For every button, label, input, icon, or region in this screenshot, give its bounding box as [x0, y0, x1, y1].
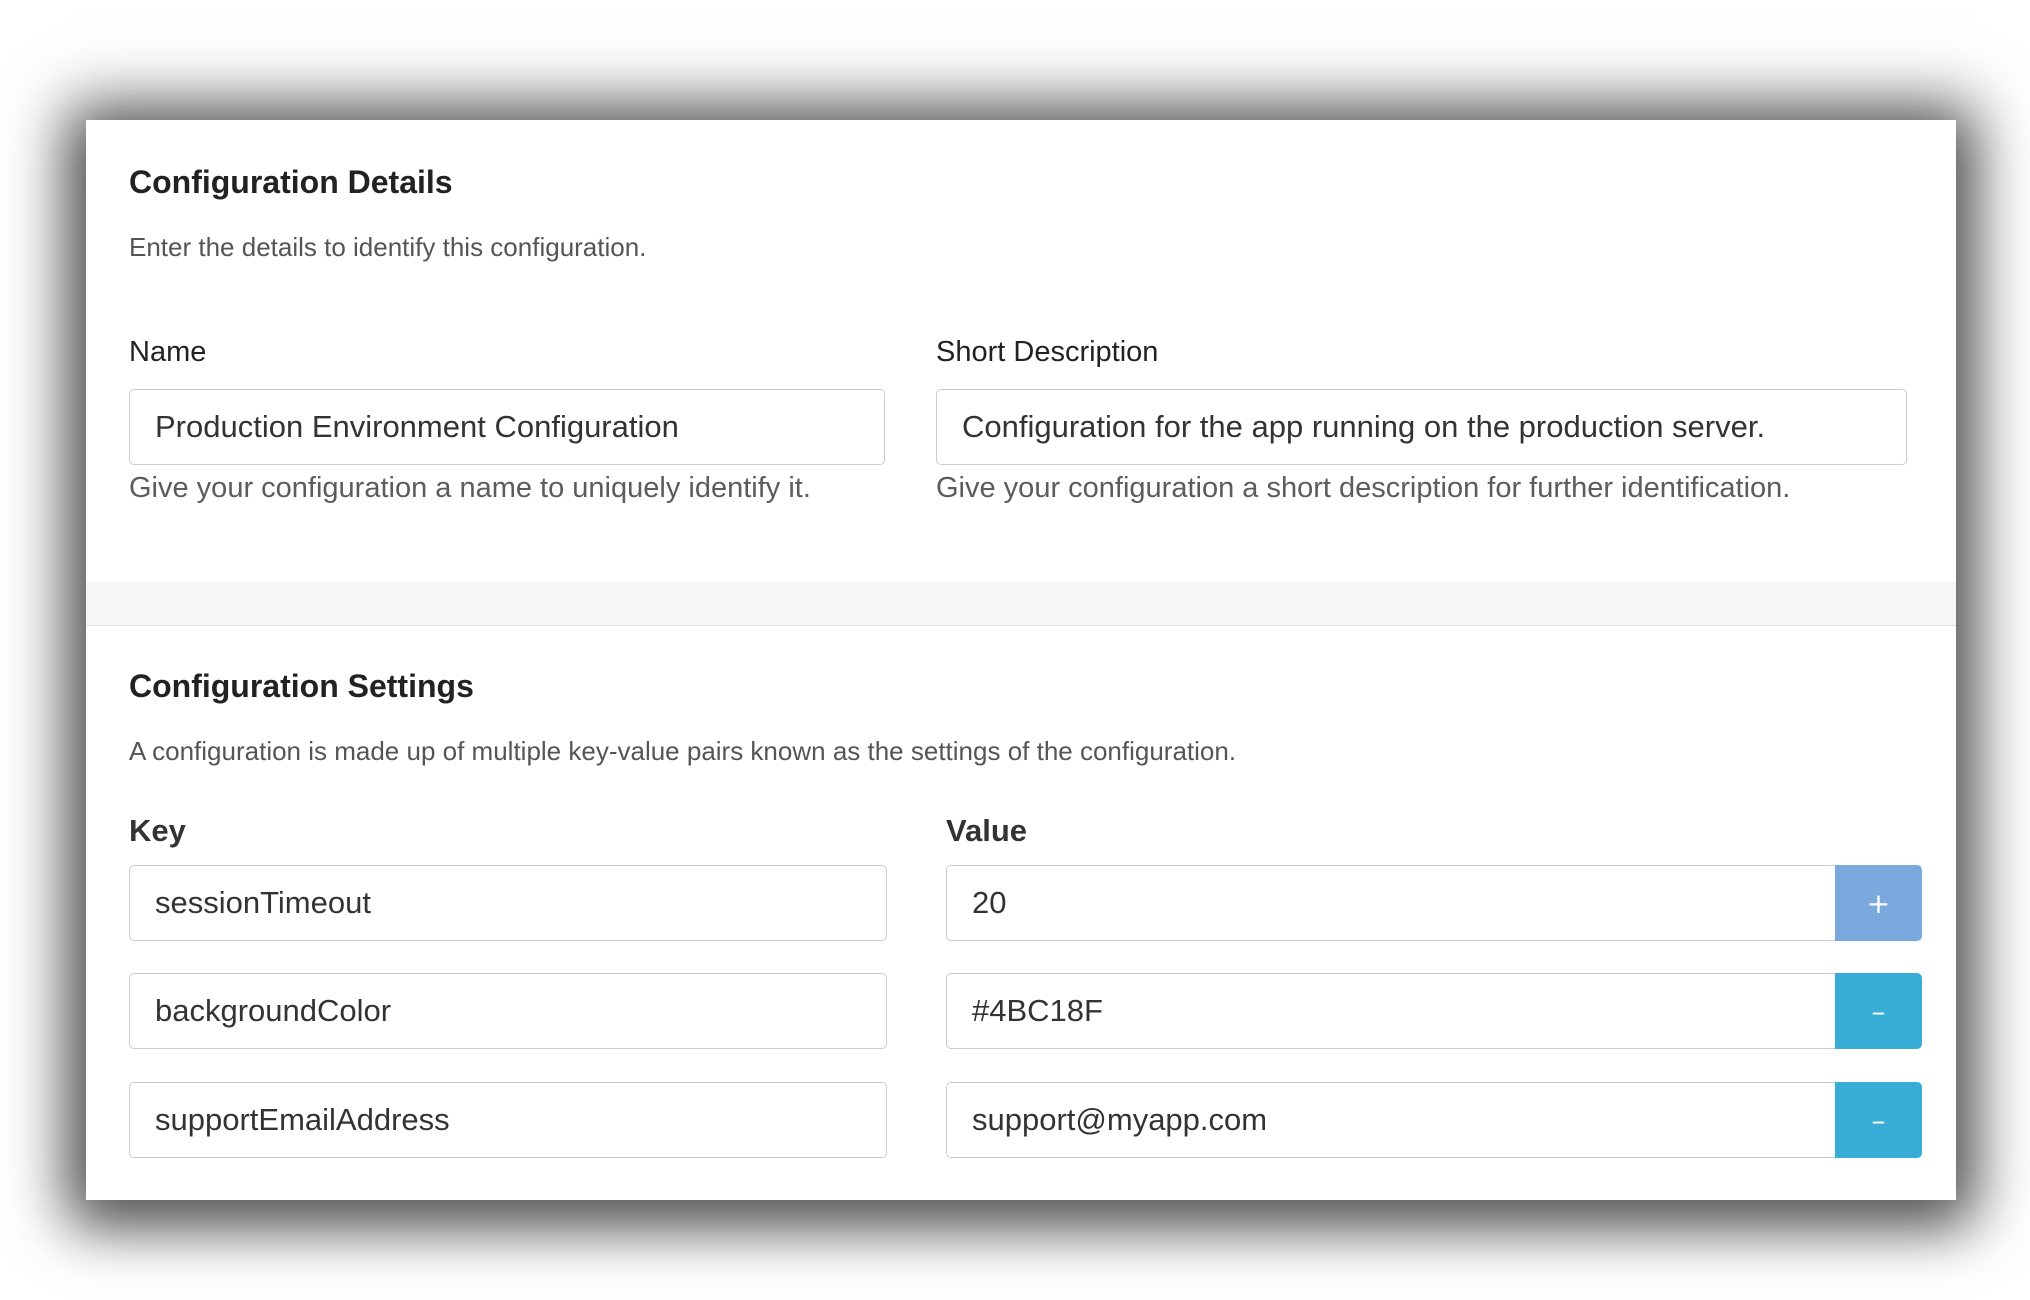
setting-value-group: – [946, 1082, 1922, 1158]
plus-icon: + [1866, 886, 1891, 920]
remove-setting-button[interactable]: – [1835, 973, 1922, 1049]
setting-value-input[interactable] [946, 1082, 1835, 1158]
section-divider [86, 582, 1956, 625]
configuration-settings-section: Configuration Settings A configuration i… [86, 625, 1956, 1200]
short-description-input[interactable] [936, 389, 1907, 465]
setting-value-group: + [946, 865, 1922, 941]
details-title: Configuration Details [129, 164, 453, 200]
details-description: Enter the details to identify this confi… [129, 232, 647, 262]
minus-icon: – [1871, 994, 1886, 1028]
configuration-details-section: Configuration Details Enter the details … [86, 120, 1956, 583]
setting-value-input[interactable] [946, 865, 1835, 941]
value-column-header: Value [946, 813, 1027, 848]
short-description-label: Short Description [936, 336, 1159, 368]
setting-key-input[interactable] [129, 973, 887, 1049]
short-description-help-text: Give your configuration a short descript… [936, 472, 1791, 504]
setting-key-input[interactable] [129, 865, 887, 941]
setting-value-input[interactable] [946, 973, 1835, 1049]
add-setting-button[interactable]: + [1835, 865, 1922, 941]
name-label: Name [129, 336, 207, 368]
name-input[interactable] [129, 389, 885, 465]
remove-setting-button[interactable]: – [1835, 1082, 1922, 1158]
settings-description: A configuration is made up of multiple k… [129, 736, 1237, 766]
setting-value-group: – [946, 973, 1922, 1049]
setting-key-input[interactable] [129, 1082, 887, 1158]
configuration-panel: Configuration Details Enter the details … [86, 120, 1956, 1200]
name-help-text: Give your configuration a name to unique… [129, 472, 811, 504]
key-column-header: Key [129, 813, 186, 848]
settings-title: Configuration Settings [129, 668, 474, 704]
minus-icon: – [1871, 1103, 1886, 1137]
